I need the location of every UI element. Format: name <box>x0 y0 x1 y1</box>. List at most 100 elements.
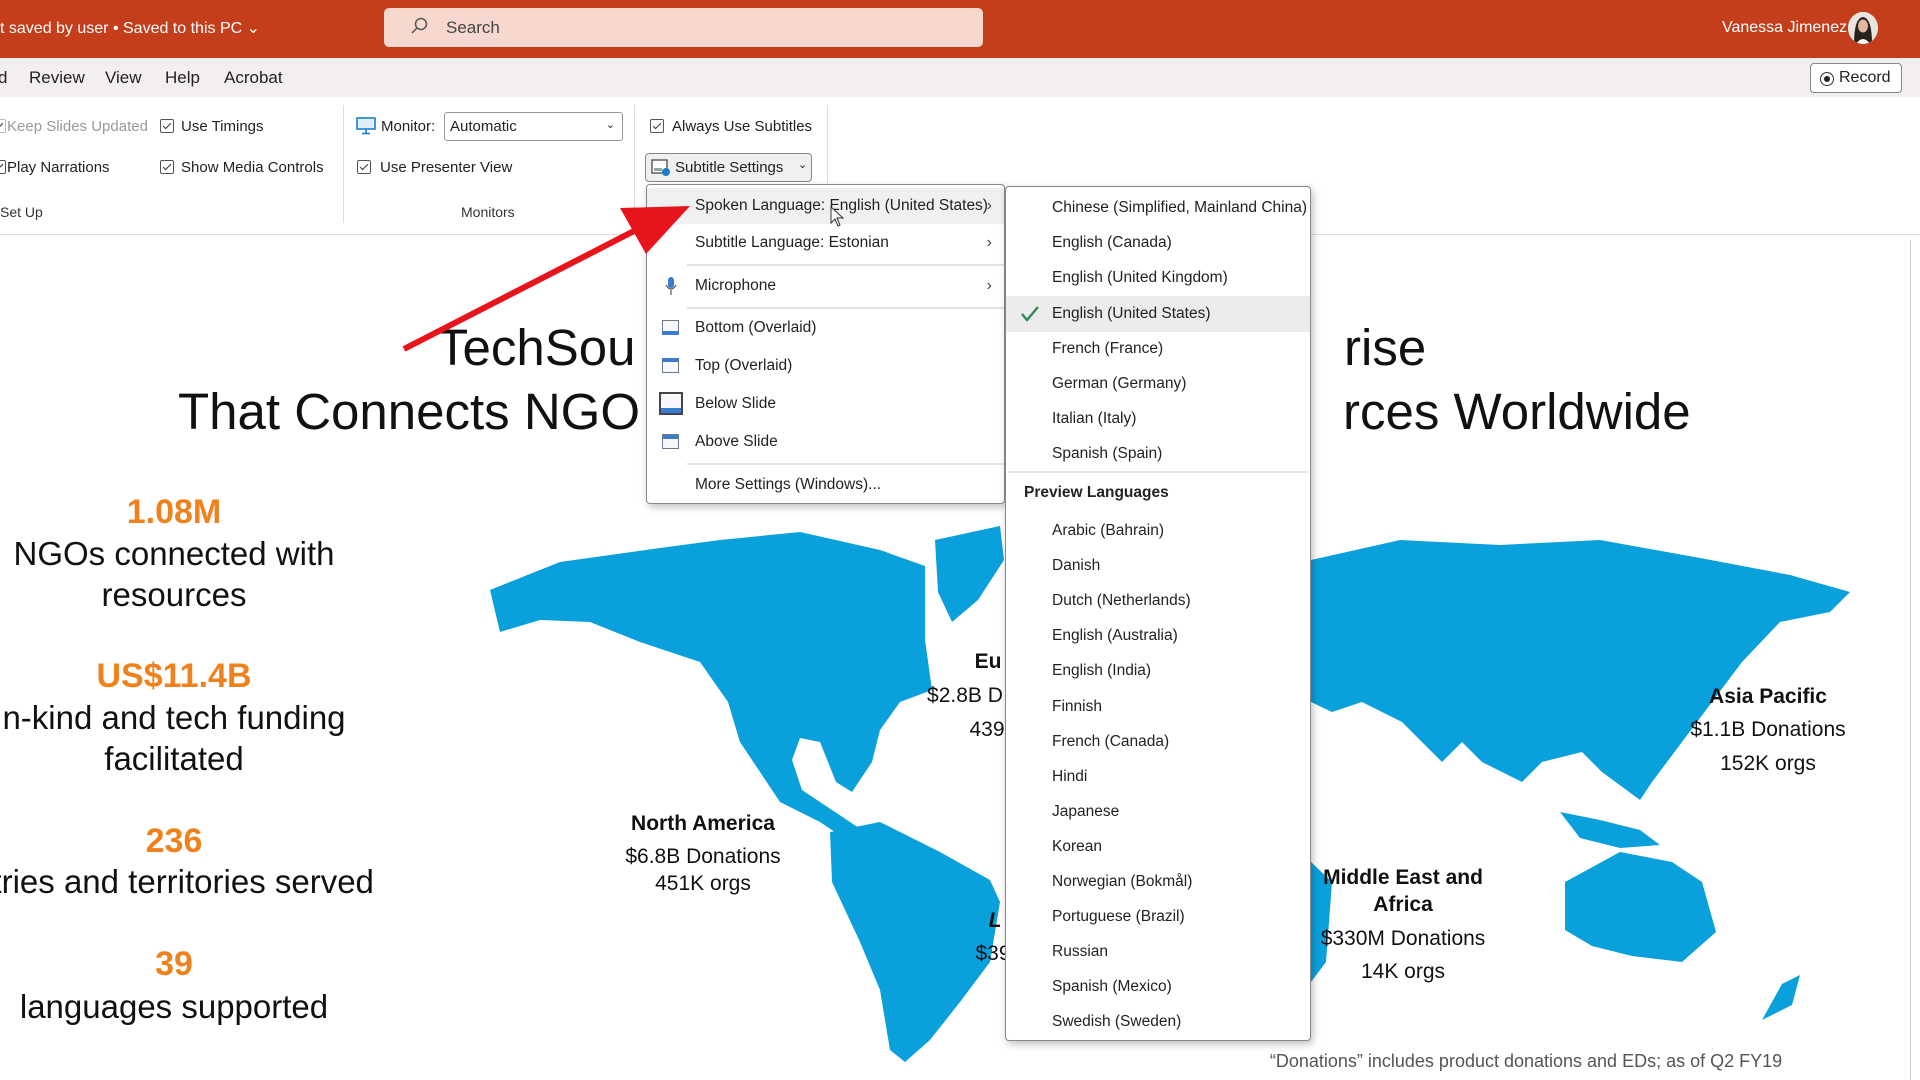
microphone-icon <box>665 277 677 295</box>
language-option[interactable]: Chinese (Simplified, Mainland China) <box>1006 190 1310 226</box>
stat-description: NGOs connected with <box>13 535 335 572</box>
top-overlaid-icon <box>662 358 679 373</box>
menu-item-label: Bottom (Overlaid) <box>695 319 817 336</box>
map-australia <box>1565 852 1716 962</box>
menu-item-microphone[interactable]: Microphone › <box>647 268 1004 304</box>
preview-language-option[interactable]: Norwegian (Bokmål) <box>1006 864 1310 900</box>
preview-language-option[interactable]: Japanese <box>1006 794 1310 830</box>
menu-divider <box>687 463 1004 465</box>
region-donations: $1.1B Donations <box>1690 718 1846 741</box>
preview-language-option[interactable]: Finnish <box>1006 689 1310 725</box>
menu-item-label: More Settings (Windows)... <box>695 476 882 493</box>
preview-language-option[interactable]: Portuguese (Brazil) <box>1006 899 1310 935</box>
slide-title-fragment: rise <box>1344 319 1427 376</box>
language-label: French (Canada) <box>1052 732 1170 750</box>
language-label: English (India) <box>1052 662 1152 680</box>
menu-item-label: Above Slide <box>695 433 778 450</box>
language-label: Danish <box>1052 557 1101 575</box>
language-label: Hindi <box>1052 767 1088 785</box>
region-name: North America <box>631 812 775 835</box>
preview-language-option[interactable]: French (Canada) <box>1006 724 1310 760</box>
language-label: English (Australia) <box>1052 627 1178 645</box>
subtitle-settings-menu: Spoken Language: English (United States)… <box>646 184 1005 504</box>
below-slide-icon <box>659 392 683 415</box>
region-name: L <box>988 909 1002 932</box>
preview-language-option[interactable]: Spanish (Mexico) <box>1006 969 1310 1005</box>
language-label: French (France) <box>1052 339 1164 357</box>
language-option[interactable]: English (Canada) <box>1006 225 1310 261</box>
region-name: Middle East and <box>1323 866 1483 889</box>
stat-description: resources <box>101 576 247 613</box>
language-label: Arabic (Bahrain) <box>1052 522 1164 539</box>
stat-value: US$11.4B <box>96 657 252 695</box>
region-orgs: 14K orgs <box>1360 960 1446 983</box>
slide-title-fragment: TechSou <box>437 319 636 376</box>
stat-description: languages supported <box>19 988 329 1025</box>
menu-item-below-slide[interactable]: Below Slide <box>647 386 1004 422</box>
language-label: Finnish <box>1052 697 1102 715</box>
preview-languages-header: Preview Languages <box>1006 475 1310 511</box>
language-option[interactable]: English (United States) <box>1006 295 1310 332</box>
menu-divider <box>1008 471 1308 473</box>
language-option[interactable]: French (France) <box>1006 331 1310 367</box>
preview-language-option[interactable]: Danish <box>1006 548 1310 584</box>
preview-language-option[interactable]: English (Australia) <box>1006 618 1310 654</box>
language-option[interactable]: German (Germany) <box>1006 366 1310 402</box>
language-option[interactable]: English (United Kingdom) <box>1006 260 1310 296</box>
preview-language-option[interactable]: Russian <box>1006 934 1310 970</box>
checkmark-icon <box>1021 305 1039 322</box>
map-new-zealand <box>1762 975 1800 1020</box>
region-name: Eu <box>974 650 1002 673</box>
menu-item-bottom-overlaid[interactable]: Bottom (Overlaid) <box>647 310 1004 346</box>
language-label: Dutch (Netherlands) <box>1052 592 1191 610</box>
region-name: Asia Pacific <box>1709 685 1827 708</box>
region-donations: $330M Donations <box>1320 927 1486 950</box>
language-label: Spanish (Spain) <box>1052 445 1163 463</box>
chevron-right-icon: › <box>986 277 992 294</box>
region-orgs: 152K orgs <box>1720 752 1816 775</box>
region-orgs: 439 <box>969 718 1005 741</box>
language-label: English (United States) <box>1052 304 1211 322</box>
language-label: Russian <box>1052 943 1108 961</box>
menu-item-above-slide[interactable]: Above Slide <box>647 424 1004 460</box>
language-label: Italian (Italy) <box>1052 410 1137 428</box>
language-option[interactable]: Italian (Italy) <box>1006 401 1310 437</box>
chevron-right-icon: › <box>986 234 992 251</box>
language-label: Spanish (Mexico) <box>1052 978 1172 996</box>
spoken-language-submenu: Chinese (Simplified, Mainland China) Engl… <box>1005 186 1311 1041</box>
menu-item-spoken-language[interactable]: Spoken Language: English (United States)… <box>647 188 1004 224</box>
menu-item-label: Top (Overlaid) <box>695 357 793 374</box>
menu-item-more-settings[interactable]: More Settings (Windows)... <box>647 467 1004 503</box>
slide-footnote: “Donations” includes product donations a… <box>1269 1051 1783 1071</box>
menu-divider <box>687 264 1004 266</box>
region-name: Africa <box>1373 893 1433 916</box>
preview-language-option[interactable]: English (India) <box>1006 653 1310 689</box>
stat-description: ntries and territories served <box>0 863 374 900</box>
language-label: Japanese <box>1052 802 1120 820</box>
preview-language-option[interactable]: Arabic (Bahrain) <box>1006 513 1310 549</box>
preview-language-option[interactable]: Dutch (Netherlands) <box>1006 583 1310 619</box>
menu-item-label: Microphone <box>695 277 776 294</box>
slide-title-fragment: That Connects NGO <box>178 383 641 440</box>
map-greenland <box>935 526 1004 622</box>
section-header-label: Preview Languages <box>1024 484 1169 501</box>
stat-description: facilitated <box>104 740 244 777</box>
preview-language-option[interactable]: Swedish (Sweden) <box>1006 1004 1310 1040</box>
language-option[interactable]: Spanish (Spain) <box>1006 436 1310 472</box>
language-label: Korean <box>1052 837 1102 855</box>
menu-item-top-overlaid[interactable]: Top (Overlaid) <box>647 348 1004 384</box>
map-southeast-asia <box>1560 812 1660 848</box>
language-label: English (United Kingdom) <box>1052 269 1228 287</box>
preview-language-option[interactable]: Korean <box>1006 829 1310 865</box>
preview-language-option[interactable]: Hindi <box>1006 759 1310 795</box>
language-label: German (Germany) <box>1052 375 1187 392</box>
menu-item-label: Below Slide <box>695 395 776 412</box>
language-label: Swedish (Sweden) <box>1052 1013 1182 1031</box>
above-slide-icon <box>662 434 679 449</box>
menu-item-label: Subtitle Language: Estonian <box>695 234 889 251</box>
stat-value: 39 <box>155 945 193 983</box>
menu-item-subtitle-language[interactable]: Subtitle Language: Estonian › <box>647 225 1004 261</box>
language-label: Chinese (Simplified, Mainland China) <box>1052 199 1308 216</box>
language-label: Portuguese (Brazil) <box>1052 908 1185 926</box>
mouse-cursor-icon <box>830 206 845 227</box>
